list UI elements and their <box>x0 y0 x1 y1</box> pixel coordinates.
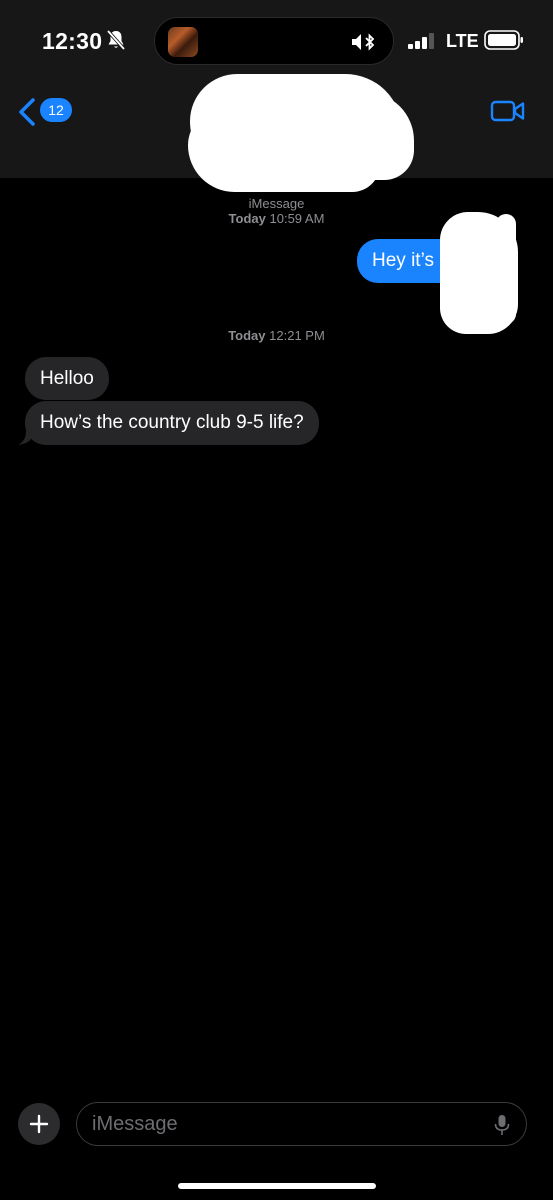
back-button[interactable]: 12 <box>16 97 86 127</box>
timestamp-day: Today <box>228 211 266 226</box>
plus-icon <box>29 1114 49 1134</box>
now-playing-artwork <box>168 27 198 57</box>
message-input[interactable]: iMessage <box>76 1102 527 1146</box>
timestamp: Today 12:21 PM <box>0 328 553 343</box>
received-message-bubble[interactable]: Helloo <box>25 357 109 400</box>
conversation-header: 12 <box>0 74 553 178</box>
unread-count-badge: 12 <box>40 98 72 122</box>
bell-muted-icon <box>106 29 126 51</box>
text-redaction <box>496 214 516 324</box>
facetime-video-icon[interactable] <box>490 98 526 124</box>
microphone-icon[interactable] <box>494 1114 510 1136</box>
dynamic-island[interactable] <box>154 17 394 65</box>
text-redaction <box>462 270 488 332</box>
timestamp-time: 12:21 PM <box>269 328 325 343</box>
home-indicator[interactable] <box>178 1183 376 1189</box>
status-bar: 12:30 LTE <box>0 0 553 82</box>
chevron-left-icon <box>19 98 35 126</box>
battery-icon <box>484 30 523 50</box>
bubble-tail <box>18 431 32 445</box>
speaker-bluetooth-icon <box>352 33 375 51</box>
contact-redaction[interactable] <box>190 74 402 178</box>
timestamp-time: 10:59 AM <box>269 211 325 226</box>
network-type: LTE <box>446 31 479 51</box>
add-attachment-button[interactable] <box>18 1103 60 1145</box>
status-time: 12:30 <box>42 28 103 54</box>
service-label: iMessage <box>248 196 305 211</box>
timestamp-day: Today <box>228 328 266 343</box>
message-input-placeholder: iMessage <box>92 1113 178 1135</box>
received-message-bubble[interactable]: How’s the country club 9-5 life? <box>25 401 319 445</box>
cellular-signal-icon <box>408 33 434 49</box>
